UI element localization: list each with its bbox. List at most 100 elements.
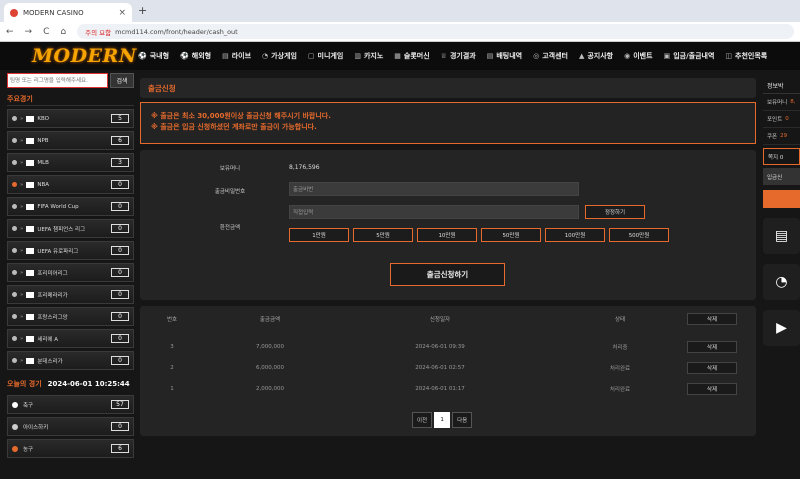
table-row: 1 2,000,000 2024-06-01 01:17 처리완료 삭제 <box>140 380 756 398</box>
league-item[interactable]: » NBA 0 <box>7 175 134 194</box>
amount-preset-button[interactable]: 50만원 <box>481 228 541 242</box>
sport-item[interactable]: 농구 6 <box>7 439 134 458</box>
league-item[interactable]: » NPB 6 <box>7 131 134 150</box>
arrow-icon: » <box>20 313 24 320</box>
nav-item[interactable]: ▤ 배팅내역 <box>487 51 522 61</box>
tab-close-icon[interactable]: × <box>118 8 126 18</box>
password-field[interactable]: 출금비번 <box>289 182 579 196</box>
league-count: 0 <box>111 180 129 189</box>
url-text: mcmd114.com/front/header/cash_out <box>115 27 238 36</box>
amount-preset-button[interactable]: 1만원 <box>289 228 349 242</box>
nav-item[interactable]: ▥ 카지노 <box>354 51 383 61</box>
nav-item[interactable]: ▦ 슬롯머신 <box>394 51 429 61</box>
nav-icon: ▣ <box>663 52 671 60</box>
amount-field[interactable]: 직접입력 <box>289 205 579 219</box>
status-dot-icon <box>12 292 17 297</box>
league-flag-icon <box>26 269 35 276</box>
delete-button[interactable]: 삭제 <box>687 362 737 374</box>
next-page-button[interactable]: 다음 <box>452 412 473 428</box>
league-count: 3 <box>111 158 129 167</box>
league-item[interactable]: » 프랑스리그앙 0 <box>7 307 134 326</box>
balance-value: 8,176,596 <box>289 164 320 171</box>
cell-action: 삭제 <box>686 338 738 356</box>
table-row: 3 7,000,000 2024-06-01 09:39 처리중 삭제 <box>140 338 756 356</box>
notice-line: ※ 출금은 입금 신청하셨던 계좌로만 출금이 가능합니다. <box>151 123 317 131</box>
browser-tab[interactable]: MODERN CASINO × <box>4 3 132 22</box>
message-box[interactable]: 쪽지 0 <box>763 148 800 165</box>
league-search-input[interactable] <box>7 73 108 88</box>
league-item[interactable]: » 분데스리가 0 <box>7 351 134 370</box>
nav-label: 카지노 <box>363 52 384 60</box>
nav-icon: ▦ <box>394 52 401 60</box>
nav-item[interactable]: ◫ 추천인목록 <box>725 51 767 61</box>
prev-page-button[interactable]: 이전 <box>412 412 433 428</box>
league-item[interactable]: » MLB 3 <box>7 153 134 172</box>
forward-icon[interactable]: → <box>25 27 33 37</box>
monitor-icon[interactable]: ▤ <box>763 218 800 254</box>
amount-preset-button[interactable]: 100만원 <box>545 228 605 242</box>
sport-item[interactable]: 축구 57 <box>7 395 134 414</box>
league-count: 5 <box>111 114 129 123</box>
league-name: NPB <box>37 137 49 144</box>
current-page[interactable]: 1 <box>434 412 451 428</box>
nav-item[interactable]: ♕ 경기결과 <box>441 51 476 61</box>
league-item[interactable]: » UEFA 챔피언스 리그 0 <box>7 219 134 238</box>
league-flag-icon <box>26 335 35 342</box>
status-dot-icon <box>12 204 17 209</box>
table-row: 2 6,000,000 2024-06-01 02:57 처리완료 삭제 <box>140 359 756 377</box>
arrow-icon: » <box>20 203 24 210</box>
cell-date: 2024-06-01 02:57 <box>415 365 465 371</box>
league-list: » KBO 5 » NPB 6 » MLB 3 » NBA 0 » FIFA World Cup 0 » UEF… <box>7 109 134 370</box>
league-item[interactable]: » KBO 5 <box>7 109 134 128</box>
league-item[interactable]: » 프리메라리가 0 <box>7 285 134 304</box>
submit-withdraw-button[interactable]: 출금신청하기 <box>390 263 505 286</box>
back-icon[interactable]: ← <box>6 27 14 37</box>
arrow-icon: » <box>20 247 24 254</box>
site-logo[interactable]: MODERN <box>0 45 136 67</box>
reload-icon[interactable]: C <box>43 27 49 37</box>
info-row: 쿠폰 29 <box>763 128 800 145</box>
league-item[interactable]: » 프리미어리그 0 <box>7 263 134 282</box>
amount-preset-button[interactable]: 10만원 <box>417 228 477 242</box>
cell-amount: 6,000,000 <box>256 365 284 371</box>
security-warning[interactable]: 주의 요함 <box>85 27 111 37</box>
url-field[interactable]: 주의 요함 mcmd114.com/front/header/cash_out <box>77 24 794 39</box>
orange-action-bar[interactable] <box>763 190 800 208</box>
sport-ball-icon <box>12 445 18 452</box>
header-no: 번호 <box>166 317 178 323</box>
delete-button[interactable]: 삭제 <box>687 341 737 353</box>
nav-item[interactable]: ▣ 입금/출금내역 <box>664 51 715 61</box>
sport-item[interactable]: 아이스하키 0 <box>7 417 134 436</box>
nav-item[interactable]: ◉ 이벤트 <box>624 51 652 61</box>
amount-preset-button[interactable]: 500만원 <box>609 228 669 242</box>
cell-amount: 7,000,000 <box>256 344 284 350</box>
league-count: 0 <box>111 268 129 277</box>
speedometer-icon[interactable]: ◔ <box>763 264 800 300</box>
deposit-box[interactable]: 입금신 <box>763 168 800 185</box>
new-tab-button[interactable]: + <box>138 4 147 17</box>
home-icon[interactable]: ⌂ <box>60 27 66 37</box>
league-flag-icon <box>26 357 35 364</box>
nav-item[interactable]: ⚽ 해외형 <box>180 51 211 61</box>
amount-preset-button[interactable]: 5만원 <box>353 228 413 242</box>
league-item[interactable]: » 세리에 A 0 <box>7 329 134 348</box>
nav-label: 이벤트 <box>633 52 653 60</box>
league-item[interactable]: » UEFA 유로파리그 0 <box>7 241 134 260</box>
league-search-button[interactable]: 검색 <box>110 73 134 88</box>
nav-item[interactable]: ▢ 미니게임 <box>308 51 343 61</box>
arrow-icon: » <box>20 115 24 122</box>
nav-label: 라이브 <box>231 52 252 60</box>
nav-item[interactable]: ◔ 가상게임 <box>262 51 297 61</box>
nav-item[interactable]: ◎ 고객센터 <box>533 51 568 61</box>
nav-item[interactable]: ▲ 공지사항 <box>579 51 613 61</box>
reset-amount-button[interactable]: 정정하기 <box>585 205 645 219</box>
nav-item[interactable]: ▤ 라이브 <box>222 51 251 61</box>
league-name: FIFA World Cup <box>37 203 79 210</box>
delete-button[interactable]: 삭제 <box>687 383 737 395</box>
sport-count: 0 <box>111 422 129 431</box>
cell-status: 처리완료 <box>609 366 631 372</box>
nav-label: 배팅내역 <box>496 52 523 60</box>
nav-item[interactable]: ⚽ 국내형 <box>138 51 169 61</box>
league-item[interactable]: » FIFA World Cup 0 <box>7 197 134 216</box>
video-icon[interactable]: ▶ <box>763 310 800 346</box>
